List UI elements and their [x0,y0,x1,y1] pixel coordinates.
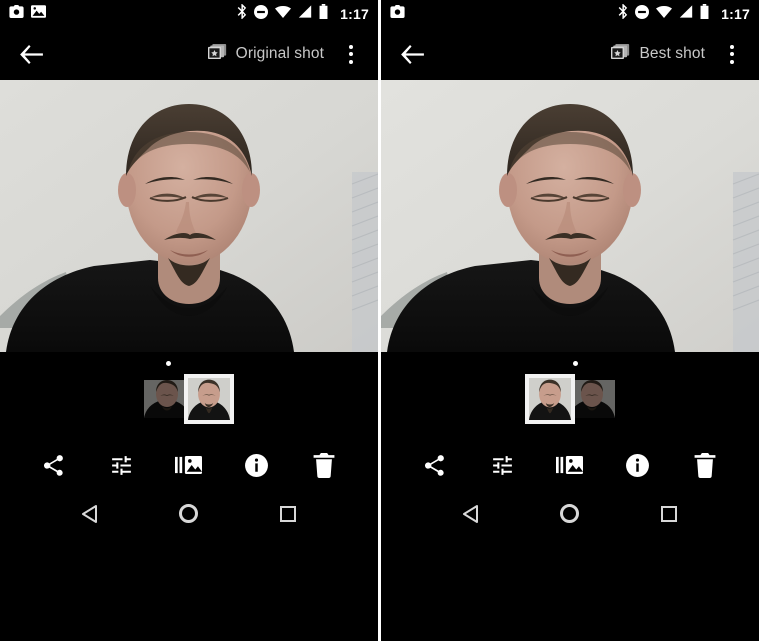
bluetooth-icon [237,4,247,24]
info-button[interactable] [618,445,658,485]
edit-tune-button[interactable] [101,445,141,485]
overflow-dot [730,59,734,64]
photo-action-bar [381,437,759,493]
app-toolbar: Original shot [0,28,378,80]
delete-button[interactable] [685,445,725,485]
back-button[interactable] [14,37,48,71]
filmstrip-thumbnails [525,373,615,424]
app-toolbar: Best shot [381,28,759,80]
android-navigation-bar [381,493,759,534]
filmstrip-position-dot [573,361,578,366]
nav-back-button[interactable] [449,493,493,534]
edit-tune-button[interactable] [482,445,522,485]
phone-screen-best-shot: 1:17 Best shot [381,0,759,641]
burst-shot-icon [207,43,227,65]
filmstrip-inner [525,352,615,437]
burst-stack-button[interactable] [550,445,590,485]
shot-mode-indicator[interactable]: Best shot [611,43,705,65]
status-bar-system-icons: 1:17 [237,4,369,24]
back-button[interactable] [395,37,429,71]
nav-recents-button[interactable] [266,493,310,534]
nav-home-button[interactable] [548,493,592,534]
info-button[interactable] [237,445,277,485]
shot-mode-label: Original shot [235,45,324,62]
filmstrip-thumbnails [144,373,234,424]
delete-button[interactable] [304,445,344,485]
burst-filmstrip[interactable] [381,352,759,437]
recents-square-icon [280,505,297,522]
image-icon [31,5,46,23]
overflow-dot [730,52,734,56]
photo-image-original[interactable] [0,80,378,352]
home-circle-icon [560,504,580,523]
nav-back-button[interactable] [68,493,112,534]
overflow-dot [730,44,734,49]
shot-mode-label: Best shot [639,45,705,62]
overflow-dot [349,52,353,56]
status-bar-notifications [9,5,46,23]
wifi-icon [275,5,292,23]
do-not-disturb-icon [254,4,269,24]
android-navigation-bar [0,493,378,534]
status-bar: 1:17 [0,0,378,28]
overflow-menu-button[interactable] [338,37,364,71]
filmstrip-position-dot [166,361,171,366]
cell-signal-icon [679,5,693,23]
filmstrip-thumbnail-unselected[interactable] [569,379,615,418]
filmstrip-thumbnail-selected[interactable] [525,373,575,424]
overflow-dot [349,44,353,49]
status-bar: 1:17 [381,0,759,28]
bluetooth-icon [618,4,628,24]
recents-square-icon [661,505,678,522]
filmstrip-thumbnail-selected[interactable] [184,373,234,424]
cell-signal-icon [298,5,312,23]
status-bar-clock: 1:17 [721,6,750,22]
nav-home-button[interactable] [167,493,211,534]
status-bar-notifications [390,5,405,23]
overflow-menu-button[interactable] [719,37,745,71]
status-bar-system-icons: 1:17 [618,4,750,24]
burst-filmstrip[interactable] [0,352,378,437]
dual-screenshot-comparison: 1:17 Original shot 1:17 Best shot [0,0,759,641]
photo-action-bar [0,437,378,493]
battery-icon [319,4,328,24]
share-button[interactable] [415,445,455,485]
home-circle-icon [179,504,199,523]
do-not-disturb-icon [635,4,650,24]
status-bar-clock: 1:17 [340,6,369,22]
photo-viewer[interactable] [381,80,759,352]
photo-image-best[interactable] [381,80,759,352]
burst-stack-button[interactable] [169,445,209,485]
phone-screen-original-shot: 1:17 Original shot [0,0,378,641]
battery-icon [700,4,709,24]
nav-recents-button[interactable] [647,493,691,534]
filmstrip-inner [144,352,234,437]
camera-icon [9,5,24,23]
wifi-icon [656,5,673,23]
camera-icon [390,5,405,23]
photo-viewer[interactable] [0,80,378,352]
overflow-dot [349,59,353,64]
burst-shot-icon [611,43,630,65]
share-button[interactable] [34,445,74,485]
shot-mode-indicator[interactable]: Original shot [207,43,324,65]
